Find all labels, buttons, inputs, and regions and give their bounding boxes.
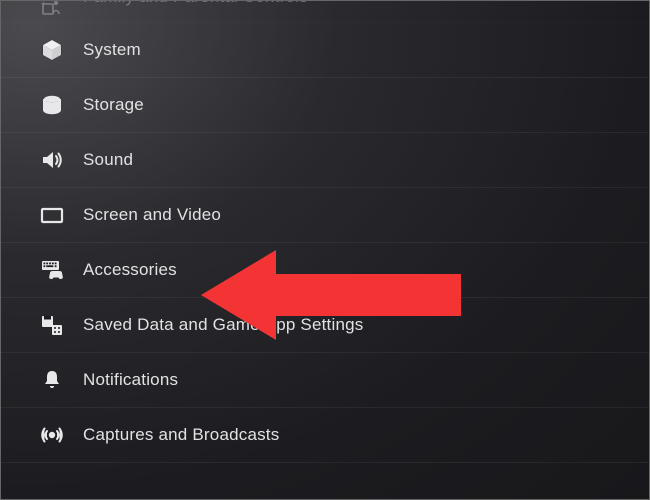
speaker-icon: [39, 147, 65, 173]
menu-item-label: Storage: [83, 95, 144, 115]
menu-item-screen-video[interactable]: Screen and Video: [1, 188, 649, 243]
screen-icon: [39, 202, 65, 228]
accessories-icon: [39, 257, 65, 283]
menu-item-sound[interactable]: Sound: [1, 133, 649, 188]
menu-item-saved-data[interactable]: Saved Data and Game/App Settings: [1, 298, 649, 353]
menu-item-label: Notifications: [83, 370, 178, 390]
menu-item-label: Screen and Video: [83, 205, 221, 225]
menu-item-system[interactable]: System: [1, 23, 649, 78]
storage-icon: [39, 92, 65, 118]
menu-item-label: Saved Data and Game/App Settings: [83, 315, 363, 335]
menu-item-label: Family and Parental Controls: [83, 1, 308, 7]
settings-menu: + Family and Parental Controls System St…: [1, 1, 649, 463]
broadcast-icon: [39, 422, 65, 448]
saved-data-icon: [39, 312, 65, 338]
menu-item-storage[interactable]: Storage: [1, 78, 649, 133]
menu-item-notifications[interactable]: Notifications: [1, 353, 649, 408]
menu-item-accessories[interactable]: Accessories: [1, 243, 649, 298]
cube-icon: [39, 37, 65, 63]
menu-item-label: System: [83, 40, 141, 60]
menu-item-captures[interactable]: Captures and Broadcasts: [1, 408, 649, 463]
menu-item-family[interactable]: + Family and Parental Controls: [1, 1, 649, 23]
bell-icon: [39, 367, 65, 393]
menu-item-label: Accessories: [83, 260, 177, 280]
menu-item-label: Captures and Broadcasts: [83, 425, 279, 445]
family-icon: +: [39, 1, 65, 23]
svg-text:+: +: [41, 1, 46, 8]
menu-item-label: Sound: [83, 150, 133, 170]
